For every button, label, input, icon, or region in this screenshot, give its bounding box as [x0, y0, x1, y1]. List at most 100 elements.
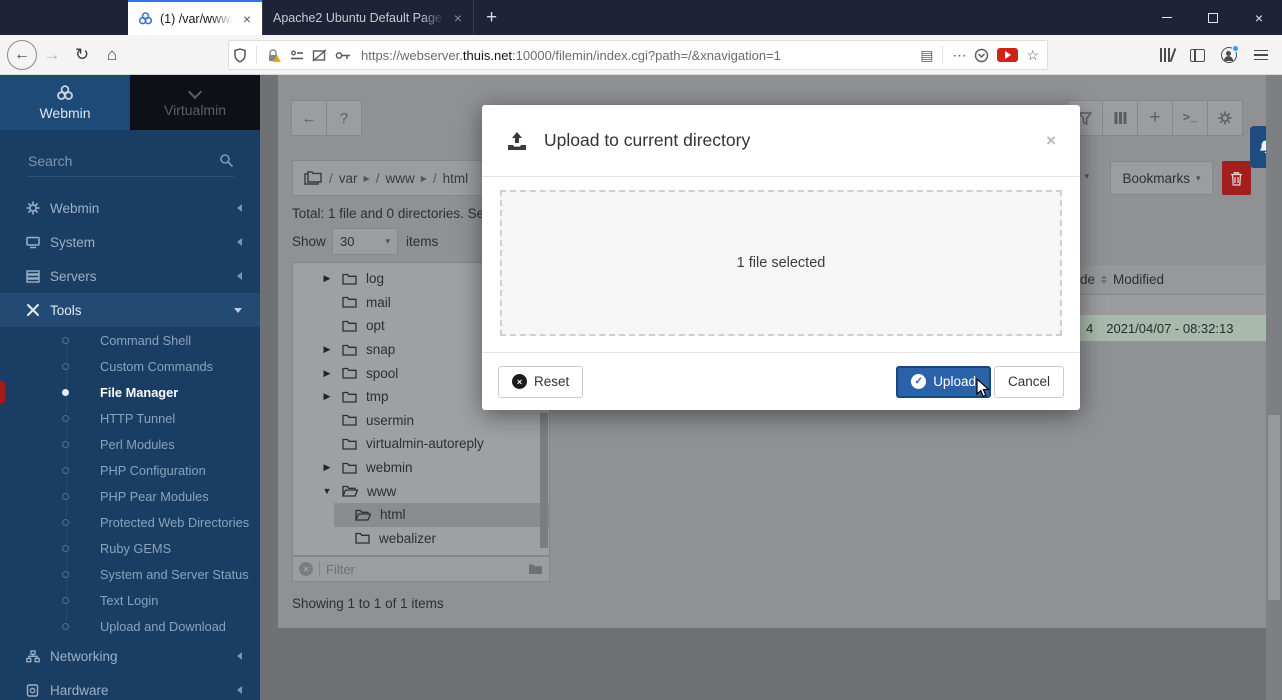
forward-button[interactable]: → [37, 40, 67, 70]
search-input[interactable] [28, 153, 219, 169]
sidebars-icon[interactable] [1190, 49, 1205, 62]
expander-icon[interactable]: ▶ [321, 462, 333, 473]
account-icon[interactable] [1221, 47, 1237, 63]
sidebar-item-hardware[interactable]: Hardware [0, 673, 260, 700]
expander-icon[interactable]: ▶ [321, 344, 333, 355]
tab-close-icon[interactable]: × [240, 11, 254, 27]
columns-button[interactable] [1102, 100, 1138, 136]
sidebar-item-php-configuration[interactable]: PHP Configuration [0, 457, 260, 483]
page-scrollbar[interactable] [1266, 75, 1282, 700]
sidebar-item-custom-commands[interactable]: Custom Commands [0, 353, 260, 379]
settings-button[interactable] [1207, 100, 1243, 136]
window-close-button[interactable]: × [1236, 0, 1282, 35]
pocket-icon[interactable] [970, 48, 993, 63]
tree-scrollbar[interactable] [540, 413, 548, 548]
show-items-select[interactable]: 30▾ [332, 228, 398, 255]
sidebar-item-system-and-server-status[interactable]: System and Server Status [0, 561, 260, 587]
expander-icon[interactable]: ▶ [321, 368, 333, 379]
breadcrumb-item-html[interactable]: html [443, 171, 469, 186]
sidebar-tab-webmin[interactable]: Webmin [0, 75, 130, 130]
modal-title: Upload to current directory [544, 130, 750, 151]
url-text[interactable]: https://webserver.thuis.net:10000/filemi… [361, 48, 916, 63]
cancel-button[interactable]: Cancel [994, 366, 1064, 398]
sort-icon [1101, 275, 1107, 284]
folder-icon [342, 462, 357, 474]
sidebar-item-protected-web-directories[interactable]: Protected Web Directories [0, 509, 260, 535]
menu-hamburger-icon[interactable] [1248, 50, 1274, 61]
bookmarks-dropdown[interactable]: Bookmarks▾ [1110, 161, 1213, 195]
sidebar-item-upload-and-download[interactable]: Upload and Download [0, 613, 260, 639]
sidebar-item-tools[interactable]: Tools [0, 293, 260, 327]
new-tab-button[interactable]: + [474, 0, 509, 35]
sidebar-tab-virtualmin[interactable]: Virtualmin [130, 75, 260, 130]
folder-filter-icon[interactable] [528, 563, 543, 575]
sidebar-item-label: System [50, 235, 95, 250]
bullet-icon [62, 467, 69, 474]
sidebar-item-text-login[interactable]: Text Login [0, 587, 260, 613]
tree-item-virtualmin-autoreply[interactable]: virtualmin-autoreply [293, 432, 549, 456]
history-back-button[interactable]: ← [291, 100, 327, 136]
expander-icon[interactable]: ▶ [321, 273, 333, 284]
sidebar-item-command-shell[interactable]: Command Shell [0, 327, 260, 353]
expander-icon[interactable]: ▼ [321, 486, 333, 496]
youtube-icon[interactable] [997, 48, 1018, 62]
reset-icon: × [512, 374, 527, 389]
sidebar-item-perl-modules[interactable]: Perl Modules [0, 431, 260, 457]
filter-input[interactable] [326, 562, 522, 577]
tracking-shield-icon[interactable] [229, 48, 251, 63]
library-icon[interactable] [1155, 48, 1179, 62]
tab-close-icon[interactable]: × [451, 10, 465, 26]
tree-item-usermin[interactable]: usermin [293, 409, 549, 433]
blocked-permission-icon[interactable] [308, 49, 331, 62]
scrollbar-thumb[interactable] [1268, 415, 1280, 600]
help-button[interactable]: ? [326, 100, 362, 136]
clear-filter-icon[interactable]: × [299, 562, 313, 576]
table-header-row[interactable]: de Modified [1060, 265, 1266, 295]
key-icon[interactable] [331, 50, 355, 61]
sidebar-item-label: Hardware [50, 683, 109, 698]
tab-apache-default[interactable]: Apache2 Ubuntu Default Page: It w × [262, 0, 474, 35]
table-row[interactable] [1060, 295, 1266, 315]
lock-warning-icon[interactable] [262, 48, 286, 63]
sidebar-search[interactable] [28, 145, 234, 177]
breadcrumb-item-var[interactable]: var [339, 171, 358, 186]
sidebar-item-networking[interactable]: Networking [0, 639, 260, 673]
tree-item-webalizer[interactable]: webalizer [293, 527, 549, 551]
tree-item-www[interactable]: ▼www [293, 479, 549, 503]
tree-item-html[interactable]: html [293, 503, 549, 527]
expander-icon[interactable]: ▶ [321, 391, 333, 402]
home-button[interactable]: ⌂ [97, 40, 127, 70]
sidebar-item-webmin[interactable]: Webmin [0, 191, 260, 225]
display-icon [26, 236, 40, 249]
sidebar-item-http-tunnel[interactable]: HTTP Tunnel [0, 405, 260, 431]
sidebar-item-label: Networking [50, 649, 118, 664]
permissions-icon[interactable] [286, 49, 308, 62]
breadcrumb-item-www[interactable]: www [385, 171, 414, 186]
upload-dropzone[interactable]: 1 file selected [500, 190, 1062, 336]
url-bar[interactable]: https://webserver.thuis.net:10000/filemi… [228, 40, 1048, 70]
modal-close-icon[interactable]: × [1046, 131, 1056, 151]
sidebar-item-system[interactable]: System [0, 225, 260, 259]
create-button[interactable]: + [1137, 100, 1173, 136]
trash-button[interactable] [1222, 161, 1251, 195]
tab-file-manager[interactable]: (1) /var/www/html - File Mana × [128, 0, 262, 35]
sidebar-item-file-manager[interactable]: File Manager [0, 379, 260, 405]
folder-icon [355, 532, 370, 544]
mouse-cursor [976, 378, 992, 400]
reload-button[interactable]: ↻ [67, 40, 97, 70]
window-minimize-button[interactable] [1144, 0, 1190, 35]
window-maximize-button[interactable] [1190, 0, 1236, 35]
bullet-icon [62, 545, 69, 552]
terminal-button[interactable]: >_ [1172, 100, 1208, 136]
tree-item-webmin[interactable]: ▶webmin [293, 456, 549, 480]
sidebar-item-servers[interactable]: Servers [0, 259, 260, 293]
bookmark-star-icon[interactable]: ☆ [1022, 47, 1043, 64]
bullet-icon [62, 519, 69, 526]
reader-mode-icon[interactable]: ▤ [916, 47, 937, 64]
page-actions-icon[interactable]: ⋯ [948, 47, 970, 64]
table-row-selected[interactable]: 4 2021/04/07 - 08:32:13 [1060, 315, 1266, 341]
sidebar-item-php-pear-modules[interactable]: PHP Pear Modules [0, 483, 260, 509]
reset-button[interactable]: × Reset [498, 366, 583, 398]
back-button[interactable]: ← [7, 40, 37, 70]
sidebar-item-ruby-gems[interactable]: Ruby GEMS [0, 535, 260, 561]
